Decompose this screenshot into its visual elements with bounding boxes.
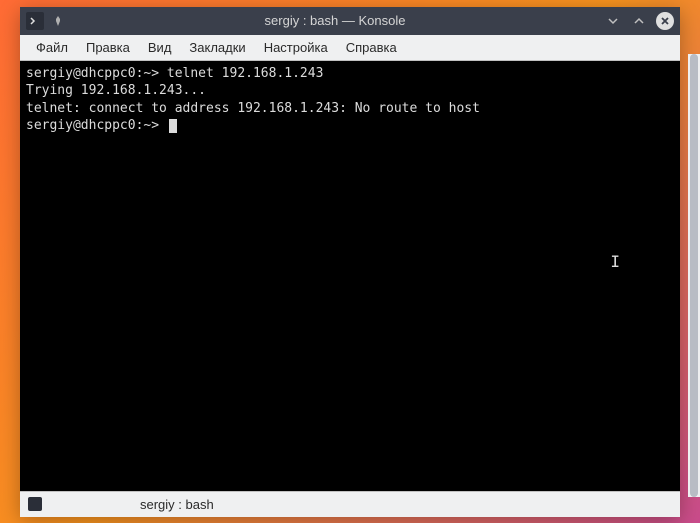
pin-icon[interactable] bbox=[50, 13, 66, 29]
titlebar-left bbox=[26, 12, 66, 30]
terminal-cursor bbox=[169, 119, 177, 133]
menu-view[interactable]: Вид bbox=[140, 37, 180, 58]
menu-help[interactable]: Справка bbox=[338, 37, 405, 58]
terminal-prompt-line: sergiy@dhcppc0:~> bbox=[26, 117, 674, 135]
tab-label: sergiy : bash bbox=[50, 497, 214, 512]
terminal-prompt: sergiy@dhcppc0:~> bbox=[26, 118, 167, 133]
terminal-line: sergiy@dhcppc0:~> telnet 192.168.1.243 bbox=[26, 65, 674, 83]
minimize-button[interactable] bbox=[604, 12, 622, 30]
terminal-line: Trying 192.168.1.243... bbox=[26, 82, 674, 100]
close-button[interactable] bbox=[656, 12, 674, 30]
vertical-scrollbar[interactable] bbox=[688, 54, 700, 497]
menu-file[interactable]: Файл bbox=[28, 37, 76, 58]
tab[interactable]: sergiy : bash bbox=[28, 497, 214, 512]
konsole-window: sergiy : bash — Konsole Файл Правка Вид … bbox=[20, 7, 680, 517]
terminal-line: telnet: connect to address 192.168.1.243… bbox=[26, 100, 674, 118]
menu-edit[interactable]: Правка bbox=[78, 37, 138, 58]
maximize-button[interactable] bbox=[630, 12, 648, 30]
terminal-viewport[interactable]: sergiy@dhcppc0:~> telnet 192.168.1.243 T… bbox=[20, 61, 680, 491]
menu-bookmarks[interactable]: Закладки bbox=[181, 37, 253, 58]
window-title: sergiy : bash — Konsole bbox=[66, 13, 604, 28]
tab-terminal-icon bbox=[28, 497, 42, 511]
terminal-app-icon[interactable] bbox=[26, 12, 44, 30]
window-controls bbox=[604, 12, 674, 30]
menu-settings[interactable]: Настройка bbox=[256, 37, 336, 58]
statusbar: sergiy : bash bbox=[20, 491, 680, 517]
titlebar: sergiy : bash — Konsole bbox=[20, 7, 680, 35]
scrollbar-thumb[interactable] bbox=[690, 54, 698, 497]
menubar: Файл Правка Вид Закладки Настройка Справ… bbox=[20, 35, 680, 61]
text-cursor-icon: I bbox=[610, 251, 620, 273]
